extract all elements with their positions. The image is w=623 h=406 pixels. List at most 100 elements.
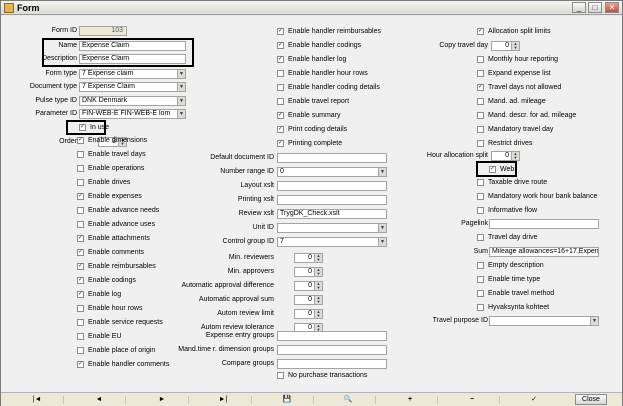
print-coding-details-checkbox[interactable]: ✓ Print coding details — [277, 125, 347, 135]
enable-comments-checkbox[interactable]: ✓ Enable comments — [77, 248, 144, 258]
navbar-divider — [125, 396, 126, 404]
title-bar[interactable]: Form _ □ ✕ — [1, 1, 622, 15]
enable-handler-hour-rows-checkbox[interactable]: Enable handler hour rows — [277, 69, 368, 79]
enable-reimbursables-checkbox[interactable]: ✓ Enable reimbursables — [77, 262, 156, 272]
enable-operations-checkbox[interactable]: Enable operations — [77, 164, 144, 174]
travel-purpose-id-select[interactable]: ▼ — [489, 316, 599, 326]
form-type-select[interactable]: 7 Expense claim ▼ — [79, 69, 186, 79]
printing-xslt-field[interactable] — [277, 195, 387, 205]
last-record-button[interactable]: ►| — [215, 394, 231, 405]
empty-description-checkbox[interactable]: Empty description — [477, 261, 544, 271]
enable-handler-reimbursables-checkbox[interactable]: ✓ Enable handler reimbursables — [277, 27, 381, 37]
parameter-id-select[interactable]: FIN-WEB-E FIN-WEB-E lom ▼ — [79, 109, 186, 119]
minimize-button[interactable]: _ — [572, 2, 586, 13]
pagelink-field[interactable] — [489, 219, 599, 229]
enable-handler-codings-checkbox[interactable]: ✓ Enable handler codings — [277, 41, 361, 51]
first-record-button[interactable]: |◄ — [29, 394, 45, 405]
compare-groups-field[interactable] — [277, 359, 387, 369]
enable-codings-checkbox[interactable]: ✓ Enable codings — [77, 276, 136, 286]
enable-time-type-checkbox[interactable]: Enable time type — [477, 275, 540, 285]
enable-handler-coding-details-checkbox[interactable]: Enable handler coding details — [277, 83, 380, 93]
enable-advance-uses-checkbox[interactable]: Enable advance uses — [77, 220, 155, 230]
chevron-down-icon: ▼ — [177, 110, 185, 118]
number-range-id-select[interactable]: 0 ▼ — [277, 167, 387, 177]
expand-expense-list-checkbox[interactable]: Expand expense list — [477, 69, 551, 79]
hour-allocation-split-stepper[interactable]: 0 ▲ ▼ — [491, 151, 520, 161]
restrict-drives-checkbox[interactable]: Restrict drives — [477, 139, 532, 149]
min-reviewers-stepper[interactable]: 0 ▲ ▼ — [294, 253, 323, 263]
close-window-button[interactable]: ✕ — [605, 2, 619, 13]
travel-day-drive-checkbox[interactable]: Travel day drive — [477, 233, 538, 243]
previous-record-button[interactable]: ◄ — [91, 394, 107, 405]
document-type-select[interactable]: 7 Expense Claim ▼ — [79, 82, 186, 92]
spin-arrows-icon[interactable]: ▲ ▼ — [314, 282, 322, 290]
review-xslt-field[interactable]: TrygDK_Check.xslt — [277, 209, 387, 219]
enable-travel-method-checkbox[interactable]: Enable travel method — [477, 289, 554, 299]
travel-days-not-allowed-checkbox[interactable]: ✓ Travel days not allowed — [477, 83, 561, 93]
enable-advance-needs-checkbox[interactable]: Enable advance needs — [77, 206, 159, 216]
delete-record-button[interactable]: − — [465, 394, 479, 405]
monthly-hour-reporting-checkbox[interactable]: Monthly hour reporting — [477, 55, 558, 65]
enable-handler-hour-rows-label: Enable handler hour rows — [288, 70, 368, 77]
enable-hour-rows-checkbox[interactable]: Enable hour rows — [77, 304, 142, 314]
number-range-id-value: 0 — [280, 168, 284, 175]
min-approvers-stepper[interactable]: 0 ▲ ▼ — [294, 267, 323, 277]
mandatory-travel-day-label: Mandatory travel day — [488, 126, 554, 133]
mandatory-work-hour-bank-balance-checkbox[interactable]: Mandatory work hour bank balance — [477, 192, 597, 202]
enable-drives-checkbox[interactable]: Enable drives — [77, 178, 130, 188]
allocation-split-limits-checkbox[interactable]: ✓ Allocation split limits — [477, 27, 551, 37]
automatic-approval-sum-value: 0 — [308, 296, 312, 303]
form-icon — [4, 3, 14, 13]
mand-time-r-dimension-groups-field[interactable] — [277, 345, 387, 355]
no-purchase-label: No purchase transactions — [288, 372, 368, 379]
enable-travel-report-label: Enable travel report — [288, 98, 350, 105]
taxable-drive-route-checkbox[interactable]: Taxable drive route — [477, 178, 547, 188]
sum-field[interactable]: Mileage allowances=16+17,Expenses=5, — [489, 247, 599, 257]
spin-arrows-icon[interactable]: ▲ ▼ — [314, 296, 322, 304]
spin-arrows-icon[interactable]: ▲ ▼ — [511, 152, 519, 160]
checkmark-icon: ✓ — [77, 263, 84, 270]
enable-expenses-checkbox[interactable]: ✓ Enable expenses — [77, 192, 142, 202]
no-purchase-checkbox[interactable]: No purchase transactions — [277, 371, 367, 381]
maximize-button[interactable]: □ — [588, 2, 602, 13]
enable-summary-checkbox[interactable]: ✓ Enable summary — [277, 111, 341, 121]
expense-entry-groups-field[interactable] — [277, 331, 387, 341]
enable-dimensions-checkbox[interactable]: ✓ Enable dimensions — [77, 136, 147, 146]
informative-flow-checkbox[interactable]: Informative flow — [477, 206, 537, 216]
save-icon[interactable]: 💾 — [280, 394, 294, 405]
mand-descr-for-ad-mileage-checkbox[interactable]: Mand. descr. for ad. mileage — [477, 111, 576, 121]
spin-arrows-icon[interactable]: ▲ ▼ — [511, 42, 519, 50]
automatic-approval-difference-stepper[interactable]: 0 ▲ ▼ — [294, 281, 323, 291]
enable-travel-report-checkbox[interactable]: Enable travel report — [277, 97, 349, 107]
undo-button[interactable]: ✓ — [527, 394, 541, 405]
enable-attachments-checkbox[interactable]: ✓ Enable attachments — [77, 234, 150, 244]
mand-ad-mileage-checkbox[interactable]: Mand. ad. mileage — [477, 97, 546, 107]
pulse-type-id-select[interactable]: DNK Denmark ▼ — [79, 96, 186, 106]
mandatory-travel-day-checkbox[interactable]: Mandatory travel day — [477, 125, 553, 135]
enable-service-requests-checkbox[interactable]: Enable service requests — [77, 318, 163, 328]
enable-eu-checkbox[interactable]: Enable EU — [77, 332, 121, 342]
close-button[interactable]: Close — [575, 394, 607, 405]
layout-xslt-field[interactable] — [277, 181, 387, 191]
automatic-approval-sum-stepper[interactable]: 0 ▲ ▼ — [294, 295, 323, 305]
hyvaksynta-kohteet-checkbox[interactable]: Hyvaksynta kohteet — [477, 303, 549, 313]
spin-arrows-icon[interactable]: ▲ ▼ — [314, 310, 322, 318]
autom-review-limit-stepper[interactable]: 0 ▲ ▼ — [294, 309, 323, 319]
unit-id-select[interactable]: ▼ — [277, 223, 387, 233]
enable-place-of-origin-checkbox[interactable]: Enable place of origin — [77, 346, 155, 356]
copy-travel-day-stepper[interactable]: 0 ▲ ▼ — [491, 41, 520, 51]
pulse-type-id-label: Pulse type ID — [35, 97, 77, 104]
enable-travel-days-checkbox[interactable]: Enable travel days — [77, 150, 146, 160]
spin-arrows-icon[interactable]: ▲ ▼ — [314, 254, 322, 262]
enable-hour-rows-label: Enable hour rows — [88, 305, 143, 312]
control-group-id-select[interactable]: 7 ▼ — [277, 237, 387, 247]
printing-complete-checkbox[interactable]: ✓ Printing complete — [277, 139, 342, 149]
spin-arrows-icon[interactable]: ▲ ▼ — [314, 268, 322, 276]
next-record-button[interactable]: ► — [154, 394, 170, 405]
find-icon[interactable]: 🔍 — [341, 394, 355, 405]
add-record-button[interactable]: + — [403, 394, 417, 405]
enable-handler-codings-label: Enable handler codings — [288, 42, 362, 49]
default-document-id-field[interactable] — [277, 153, 387, 163]
enable-handler-log-checkbox[interactable]: ✓ Enable handler log — [277, 55, 346, 65]
enable-log-checkbox[interactable]: ✓ Enable log — [77, 290, 121, 300]
